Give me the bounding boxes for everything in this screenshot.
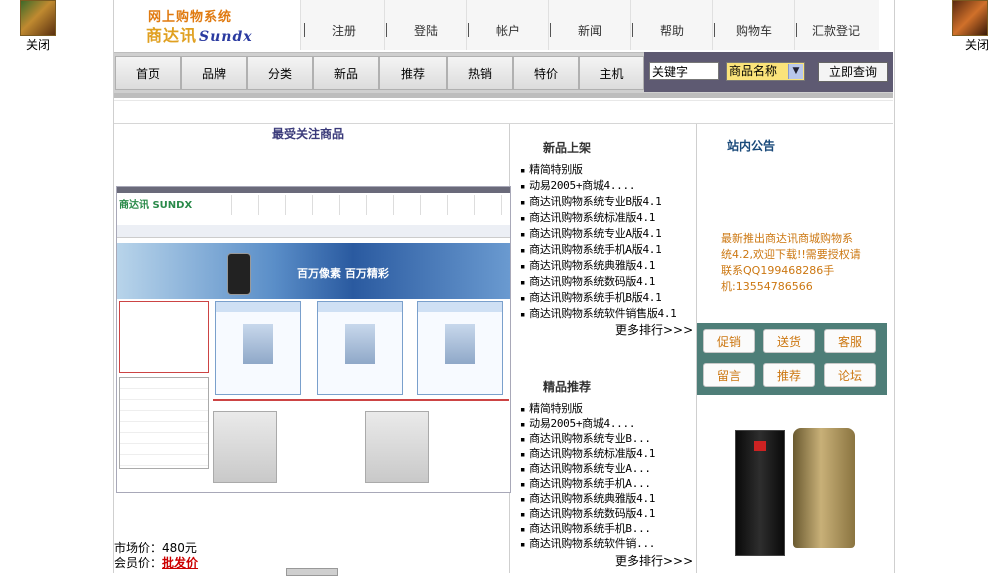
menu-new[interactable]: 新品 [313, 56, 379, 90]
nav-cart[interactable]: 购物车 [714, 22, 794, 40]
quick-buttons-panel: 促销 送货 客服 留言 推荐 论坛 [697, 323, 887, 395]
list-item[interactable]: 商达讯购物系统数码版4.1 [520, 506, 655, 521]
promo-button[interactable]: 促销 [703, 329, 755, 353]
ad-thumbnail-icon[interactable] [20, 0, 56, 36]
list-item[interactable]: 商达讯购物系统软件销售版4.1 [520, 306, 677, 322]
new-products-more-link[interactable]: 更多排行>>> [615, 321, 693, 338]
nav-login[interactable]: 登陆 [386, 22, 466, 40]
delivery-button[interactable]: 送货 [763, 329, 815, 353]
menu-host[interactable]: 主机 [579, 56, 644, 90]
list-item[interactable]: 商达讯购物系统典雅版4.1 [520, 491, 655, 506]
featured-column: 最受关注商品 商达讯 SUNDX 百万像素 百万精彩 市场价：480元 会员价：… [114, 124, 511, 576]
list-item[interactable]: 动易2005+商城4.... [520, 416, 655, 431]
nav-account[interactable]: 帐户 [468, 22, 548, 40]
menu-divider [114, 93, 893, 98]
notice-text[interactable]: 最新推出商达讯商城购物系统4.2,欢迎下载!!需要授权请联系QQ19946828… [721, 231, 861, 295]
nav-remittance[interactable]: 汇款登记 [796, 22, 876, 40]
menu-recommend[interactable]: 推荐 [379, 56, 447, 90]
list-item[interactable]: 商达讯购物系统手机B版4.1 [520, 290, 677, 306]
ad-thumbnail-icon[interactable] [952, 0, 988, 36]
keyword-input[interactable]: 关键字 [649, 62, 719, 80]
list-item[interactable]: 商达讯购物系统专业A... [520, 461, 655, 476]
top-navigation: 注册 登陆 帐户 新闻 帮助 购物车 汇款登记 [300, 0, 879, 50]
preview-banner: 百万像素 百万精彩 [117, 243, 510, 299]
menu-category[interactable]: 分类 [247, 56, 313, 90]
list-item[interactable]: 商达讯购物系统软件销... [520, 536, 655, 551]
list-item[interactable]: 动易2005+商城4.... [520, 178, 677, 194]
nav-news[interactable]: 新闻 [550, 22, 630, 40]
list-item[interactable]: 商达讯购物系统专业B... [520, 431, 655, 446]
notice-title: 站内公告 [727, 139, 776, 153]
search-button[interactable]: 立即查询 [818, 62, 888, 82]
service-button[interactable]: 客服 [824, 329, 876, 353]
featured-title: 最受关注商品 [272, 127, 345, 141]
phone-icon [227, 253, 251, 295]
search-type-select[interactable]: 商品名称 ▼ [726, 62, 805, 81]
list-item[interactable]: 精简特别版 [520, 401, 655, 416]
list-item[interactable]: 精简特别版 [520, 162, 677, 178]
info-band [114, 100, 893, 124]
nav-help[interactable]: 帮助 [632, 22, 712, 40]
brand-mark-icon [754, 441, 766, 451]
menu-home[interactable]: 首页 [115, 56, 181, 90]
list-item[interactable]: 商达讯购物系统专业A版4.1 [520, 226, 677, 242]
right-ad-close-link[interactable]: 关闭 [964, 38, 990, 52]
forum-button[interactable]: 论坛 [824, 363, 876, 387]
list-item[interactable]: 商达讯购物系统标准版4.1 [520, 210, 677, 226]
recommended-list: 精简特别版 动易2005+商城4.... 商达讯购物系统专业B... 商达讯购物… [520, 401, 655, 551]
list-item[interactable]: 商达讯购物系统手机A版4.1 [520, 242, 677, 258]
preview-logo: 商达讯 SUNDX [119, 200, 193, 211]
menu-brand[interactable]: 品牌 [181, 56, 247, 90]
list-item[interactable]: 商达讯购物系统标准版4.1 [520, 446, 655, 461]
notice-column: 站内公告 最新推出商达讯商城购物系统4.2,欢迎下载!!需要授权请联系QQ199… [697, 124, 893, 573]
site-logo[interactable]: 网上购物系统 商达讯 Sundx [118, 4, 298, 48]
member-price: 会员价：批发价 [114, 556, 199, 570]
message-button[interactable]: 留言 [703, 363, 755, 387]
nav-register[interactable]: 注册 [304, 22, 384, 40]
detail-button[interactable] [286, 568, 338, 576]
new-products-title: 新品上架 [543, 141, 592, 155]
menu-special[interactable]: 特价 [513, 56, 579, 90]
left-floating-ad[interactable]: 关闭 [18, 0, 58, 52]
logo-line2: 商达讯 Sundx [146, 26, 253, 45]
wholesale-price-link[interactable]: 批发价 [162, 556, 198, 570]
recommend-button[interactable]: 推荐 [763, 363, 815, 387]
featured-product-image[interactable]: 商达讯 SUNDX 百万像素 百万精彩 [116, 186, 511, 493]
left-ad-close-link[interactable]: 关闭 [18, 38, 58, 52]
chevron-down-icon[interactable]: ▼ [788, 64, 803, 79]
list-item[interactable]: 商达讯购物系统手机A... [520, 476, 655, 491]
cosmetic-product-image[interactable] [727, 424, 867, 559]
list-item[interactable]: 商达讯购物系统专业B版4.1 [520, 194, 677, 210]
product-lists-column: 新品上架 精简特别版 动易2005+商城4.... 商达讯购物系统专业B版4.1… [510, 124, 697, 573]
list-item[interactable]: 商达讯购物系统典雅版4.1 [520, 258, 677, 274]
list-item[interactable]: 商达讯购物系统手机B... [520, 521, 655, 536]
new-products-list: 精简特别版 动易2005+商城4.... 商达讯购物系统专业B版4.1 商达讯购… [520, 162, 677, 322]
right-floating-ad[interactable]: 关闭 [950, 0, 990, 52]
menu-hot[interactable]: 热销 [447, 56, 513, 90]
recommended-title: 精品推荐 [543, 380, 592, 394]
recommended-more-link[interactable]: 更多排行>>> [615, 552, 693, 569]
list-item[interactable]: 商达讯购物系统数码版4.1 [520, 274, 677, 290]
